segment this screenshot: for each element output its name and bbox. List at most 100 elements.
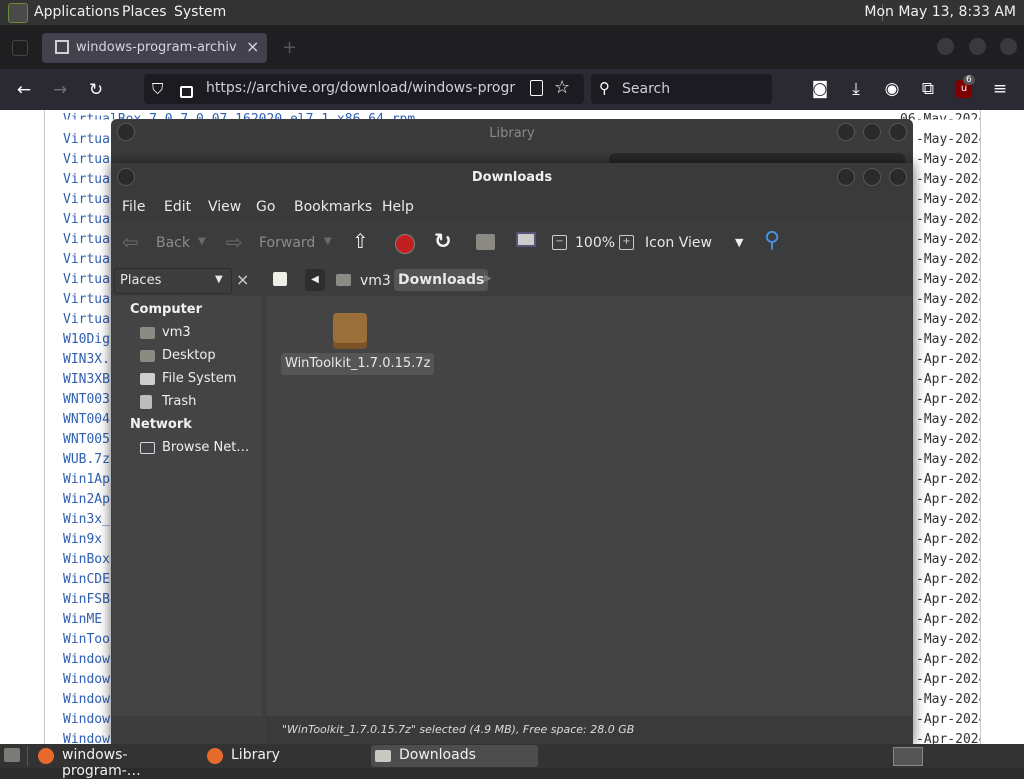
- file-link[interactable]: WNT005: [63, 432, 110, 447]
- menu-bookmarks[interactable]: Bookmarks: [294, 199, 372, 215]
- file-link[interactable]: WinBox: [63, 552, 110, 567]
- reload-icon[interactable]: ↻: [434, 229, 452, 253]
- computer-icon[interactable]: [516, 232, 536, 247]
- forward-button[interactable]: Forward: [259, 235, 315, 251]
- close-sidebar-icon[interactable]: ×: [236, 270, 249, 289]
- stop-icon[interactable]: [395, 234, 415, 254]
- zoom-out-icon[interactable]: −: [552, 235, 567, 250]
- file-link[interactable]: Virtual: [63, 192, 118, 207]
- home-icon[interactable]: [476, 234, 495, 250]
- file-link[interactable]: Win9x: [63, 532, 102, 547]
- file-link[interactable]: Win3x_: [63, 512, 110, 527]
- extensions-icon[interactable]: ⧉: [916, 77, 940, 101]
- view-mode-dropdown-icon[interactable]: ▼: [735, 236, 743, 249]
- file-link[interactable]: Virtual: [63, 152, 118, 167]
- show-desktop-icon[interactable]: [4, 748, 20, 762]
- account-icon[interactable]: ◉: [880, 77, 904, 101]
- taskbar-item-firefox[interactable]: windows-program-…: [34, 745, 199, 779]
- file-link[interactable]: Window: [63, 692, 110, 707]
- workspace-switcher-icon[interactable]: [893, 747, 923, 766]
- sidebar-heading-computer: Computer: [130, 302, 203, 317]
- close-window-icon[interactable]: [1000, 38, 1017, 55]
- lock-icon[interactable]: [180, 86, 193, 98]
- places-menu[interactable]: Places: [122, 4, 167, 20]
- menu-view[interactable]: View: [208, 199, 241, 215]
- zoom-in-icon[interactable]: +: [619, 235, 634, 250]
- back-arrow-icon[interactable]: ←: [12, 78, 36, 102]
- hamburger-menu-icon[interactable]: ≡: [988, 77, 1012, 101]
- edit-location-icon[interactable]: [273, 272, 287, 286]
- search-icon[interactable]: ⚲: [764, 228, 780, 253]
- file-link[interactable]: WIN3X.: [63, 352, 110, 367]
- file-link[interactable]: Virtual: [63, 212, 118, 227]
- maximize-icon[interactable]: [969, 38, 986, 55]
- reader-view-icon[interactable]: [530, 80, 543, 96]
- file-link[interactable]: Virtual: [63, 232, 118, 247]
- archive-file-name[interactable]: WinToolkit_1.7.0.15.7z: [281, 353, 435, 375]
- file-link[interactable]: Virtual: [63, 132, 118, 147]
- clock[interactable]: Mon May 13, 8:33 AM: [864, 4, 1016, 20]
- back-button[interactable]: Back: [156, 235, 190, 251]
- file-link[interactable]: WinCDE: [63, 572, 110, 587]
- up-arrow-icon[interactable]: ⇧: [352, 229, 369, 253]
- new-tab-icon[interactable]: +: [282, 37, 297, 58]
- file-link[interactable]: Window: [63, 712, 110, 727]
- sidebar-places-select[interactable]: Places ▼: [114, 268, 232, 294]
- system-menu[interactable]: System: [174, 4, 226, 20]
- path-right-icon[interactable]: ▶: [484, 273, 492, 284]
- sidebar-item-desktop[interactable]: Desktop: [162, 348, 216, 363]
- browser-tab[interactable]: windows-program-archive ×: [42, 33, 267, 63]
- sidebar-item-file-system[interactable]: File System: [162, 371, 236, 386]
- taskbar-item-library[interactable]: Library: [203, 745, 363, 767]
- file-link[interactable]: Window: [63, 652, 110, 667]
- menu-help[interactable]: Help: [382, 199, 414, 215]
- forward-arrow-icon[interactable]: ⇨: [226, 230, 243, 254]
- file-link[interactable]: Virtual: [63, 292, 118, 307]
- gnome-logo-icon[interactable]: [8, 3, 28, 23]
- file-link[interactable]: Virtual: [63, 312, 118, 327]
- file-link[interactable]: W10Dig: [63, 332, 110, 347]
- reload-icon[interactable]: ↻: [84, 78, 108, 102]
- bookmark-star-icon[interactable]: ☆: [554, 77, 570, 98]
- file-link[interactable]: Virtual: [63, 252, 118, 267]
- file-link[interactable]: WinToo: [63, 632, 110, 647]
- file-link[interactable]: Win1Ap: [63, 472, 110, 487]
- menu-go[interactable]: Go: [256, 199, 275, 215]
- menu-edit[interactable]: Edit: [164, 199, 191, 215]
- page-divider-left: [44, 110, 45, 744]
- minimize-icon[interactable]: [937, 38, 954, 55]
- file-link[interactable]: Virtual: [63, 172, 118, 187]
- applications-menu[interactable]: Applications: [34, 4, 120, 20]
- back-dropdown-icon[interactable]: ▼: [198, 236, 206, 247]
- search-field[interactable]: ⚲ Search: [591, 74, 772, 104]
- archive-file-icon[interactable]: [333, 313, 367, 349]
- file-link[interactable]: WIN3XB: [63, 372, 110, 387]
- tab-close-icon[interactable]: ×: [246, 37, 259, 56]
- file-link[interactable]: Virtual: [63, 272, 118, 287]
- forward-arrow-icon[interactable]: →: [48, 78, 72, 102]
- pocket-icon[interactable]: ◙: [808, 77, 832, 101]
- taskbar-item-downloads[interactable]: Downloads: [371, 745, 538, 767]
- sidebar-item-browse-network[interactable]: Browse Net…: [162, 440, 249, 455]
- url-text[interactable]: https://archive.org/download/windows-pro…: [206, 80, 516, 96]
- view-mode-select[interactable]: Icon View: [645, 235, 712, 251]
- sidebar-item-vm3[interactable]: vm3: [162, 325, 191, 340]
- forward-dropdown-icon[interactable]: ▼: [324, 236, 332, 247]
- file-link[interactable]: WNT003: [63, 392, 110, 407]
- file-link[interactable]: WinFSB: [63, 592, 110, 607]
- file-link[interactable]: WNT004: [63, 412, 110, 427]
- back-arrow-icon[interactable]: ⇦: [122, 230, 139, 254]
- shield-icon[interactable]: ⛉: [152, 80, 163, 98]
- file-link[interactable]: WUB.7z: [63, 452, 110, 467]
- file-link[interactable]: Window: [63, 672, 110, 687]
- menu-file[interactable]: File: [122, 199, 145, 215]
- file-link[interactable]: WinME: [63, 612, 102, 627]
- url-bar[interactable]: ⛉ https://archive.org/download/windows-p…: [144, 74, 584, 104]
- file-link[interactable]: Win2Ap: [63, 492, 110, 507]
- path-left-icon[interactable]: ◀: [305, 269, 325, 291]
- path-button-downloads[interactable]: Downloads: [394, 269, 489, 291]
- tab-list-icon[interactable]: [12, 40, 28, 56]
- sidebar-item-trash[interactable]: Trash: [162, 394, 196, 409]
- downloads-icon[interactable]: ⤓: [844, 77, 868, 101]
- path-button-vm3[interactable]: vm3: [360, 273, 391, 289]
